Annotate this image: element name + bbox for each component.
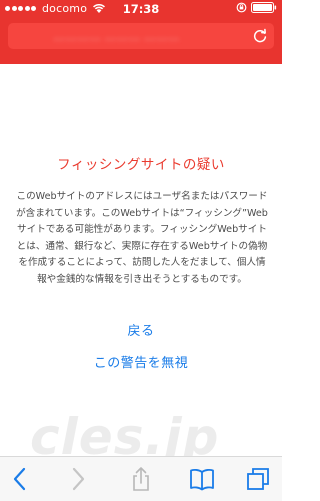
warning-line: が含まれています。このWebサイトは“フィッシング”Web bbox=[16, 207, 268, 219]
browser-header: docomo 17:38 ………… ……… ……… bbox=[0, 0, 282, 64]
reload-icon[interactable] bbox=[252, 28, 268, 44]
ignore-warning-link[interactable]: この警告を無視 bbox=[0, 352, 282, 371]
warning-line: このWebサイトのアドレスにはユーザ名またはパスワード bbox=[16, 191, 268, 202]
rotation-lock-icon bbox=[236, 2, 247, 13]
go-back-link[interactable]: 戻る bbox=[0, 320, 282, 339]
back-icon[interactable] bbox=[8, 466, 34, 492]
warning-line: とは、通常、銀行など、実際に存在するWebサイトの偽物 bbox=[16, 240, 268, 252]
warning-title: フィッシングサイトの疑い bbox=[57, 157, 225, 173]
url-text[interactable]: ………… ……… ……… bbox=[53, 29, 233, 43]
tabs-icon[interactable] bbox=[245, 466, 271, 492]
warning-line: を作成することによって、訪問した人をだまして、個人情 bbox=[18, 257, 266, 268]
bookmarks-icon[interactable] bbox=[189, 466, 215, 492]
forward-icon[interactable] bbox=[64, 466, 90, 492]
battery-icon bbox=[251, 2, 277, 13]
warning-line: サイトである可能性があります。フィッシングWebサイト bbox=[17, 224, 267, 235]
bottom-toolbar bbox=[0, 456, 282, 501]
address-bar[interactable]: ………… ……… ……… bbox=[8, 23, 274, 49]
status-right bbox=[236, 2, 277, 13]
status-bar: docomo 17:38 bbox=[0, 0, 282, 18]
warning-message: このWebサイトのアドレスにはユーザ名またはパスワード が含まれています。このW… bbox=[14, 189, 270, 288]
warning-line: 報や金銭的な情報を引き出そうとするものです。 bbox=[37, 273, 247, 285]
share-icon[interactable] bbox=[128, 466, 154, 492]
